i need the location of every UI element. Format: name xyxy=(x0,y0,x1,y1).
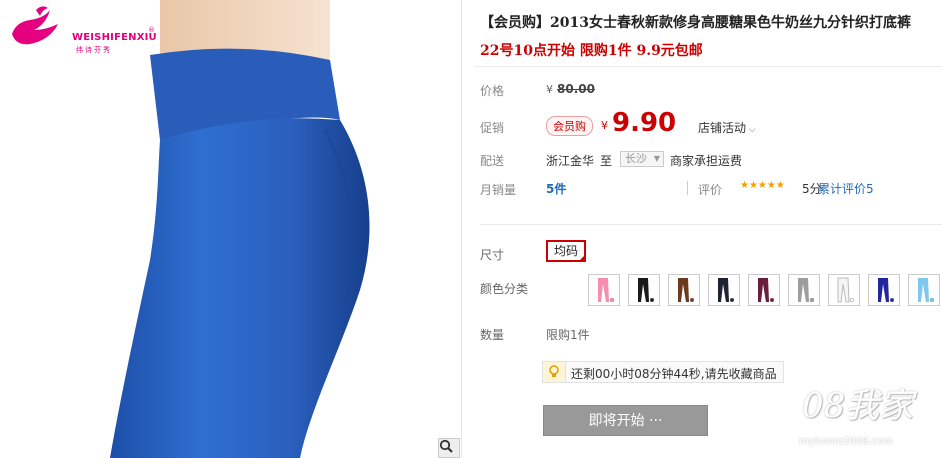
leggings-thumbnail xyxy=(718,278,735,303)
leggings-thumbnail xyxy=(758,278,775,303)
shipping-label: 配送 xyxy=(480,154,505,168)
brand-logo: WEISHIFENXIU ® 纬诗芬秀 xyxy=(6,4,157,54)
destination-select[interactable]: 长沙 ▼ xyxy=(620,151,664,167)
shipping-note: 商家承担运费 xyxy=(670,154,743,168)
shipping-from: 浙江金华 xyxy=(546,154,595,168)
leggings-thumbnail xyxy=(878,278,895,303)
zoom-button[interactable] xyxy=(438,438,460,458)
promo-label: 促销 xyxy=(480,121,505,135)
store-activity-link[interactable]: 店铺活动 ⌵ xyxy=(698,119,756,136)
watermark: 08我家 myhome2008.com xyxy=(737,378,937,458)
rating-stars: ★★★★★ xyxy=(740,180,785,191)
color-swatch[interactable] xyxy=(668,274,700,306)
size-label: 尺寸 xyxy=(480,248,505,262)
member-badge: 会员购 xyxy=(546,116,593,136)
chevron-down-icon: ⌵ xyxy=(746,125,756,135)
lightbulb-icon xyxy=(543,362,566,382)
rating-label: 评价 xyxy=(698,183,723,197)
brand-name: WEISHIFENXIU xyxy=(72,32,157,43)
product-title: 【会员购】2013女士春秋新款修身高腰糖果色牛奶丝九分针织打底裤 xyxy=(480,15,911,31)
divider xyxy=(687,181,688,195)
color-label: 颜色分类 xyxy=(480,282,529,296)
review-label: 累计评价 xyxy=(818,182,867,196)
quantity-limit: 限购1件 xyxy=(546,328,590,342)
product-image-panel: WEISHIFENXIU ® 纬诗芬秀 xyxy=(0,0,462,458)
section-divider xyxy=(480,224,942,225)
watermark-text: 08我家 xyxy=(802,386,914,426)
leggings-photo xyxy=(110,0,370,458)
product-subtitle: 22号10点开始 限购1件 9.9元包邮 xyxy=(480,43,703,59)
price-label: 价格 xyxy=(480,84,505,98)
product-info-panel: 【会员购】2013女士春秋新款修身高腰糖果色牛奶丝九分针织打底裤 22号10点开… xyxy=(462,0,942,458)
color-swatch[interactable] xyxy=(628,274,660,306)
caret-down-icon: ▼ xyxy=(653,154,660,163)
leggings-thumbnail xyxy=(598,278,615,303)
color-swatch[interactable] xyxy=(748,274,780,306)
size-option-onesize[interactable]: 均码 xyxy=(546,240,586,262)
review-count: 5 xyxy=(866,182,874,196)
quantity-label: 数量 xyxy=(480,328,505,342)
leggings-thumbnail xyxy=(638,278,655,303)
color-swatch[interactable] xyxy=(788,274,820,306)
brand-tagline: 纬诗芬秀 xyxy=(76,46,112,54)
original-price: 80.00 xyxy=(557,82,595,96)
selected-check-icon xyxy=(578,254,586,262)
size-option-label: 均码 xyxy=(553,244,578,258)
coming-soon-button[interactable]: 即将开始 ··· xyxy=(543,405,708,436)
magnifier-icon xyxy=(439,439,453,453)
store-activity-label: 店铺活动 xyxy=(698,121,747,135)
color-swatch[interactable] xyxy=(588,274,620,306)
registered-mark: ® xyxy=(148,26,155,34)
leggings-thumbnail xyxy=(798,278,815,303)
color-swatch[interactable] xyxy=(828,274,860,306)
swan-logo-icon xyxy=(12,6,58,45)
sales-count: 5件 xyxy=(546,182,567,196)
watermark-url: myhome2008.com xyxy=(799,436,893,447)
house-icon xyxy=(743,385,793,439)
promo-currency: ¥ xyxy=(601,119,608,132)
leggings-thumbnail xyxy=(918,278,935,303)
color-swatch[interactable] xyxy=(908,274,940,306)
leggings-thumbnail xyxy=(678,278,695,303)
price-currency: ¥ xyxy=(546,83,553,96)
color-swatch[interactable] xyxy=(708,274,740,306)
shipping-to-word: 至 xyxy=(600,154,613,168)
promo-price: 9.90 xyxy=(612,108,677,138)
sales-label: 月销量 xyxy=(480,183,517,197)
review-link[interactable]: 累计评价5 xyxy=(818,180,874,197)
leggings-thumbnail xyxy=(837,277,855,303)
destination-value: 长沙 xyxy=(625,152,647,165)
color-swatch[interactable] xyxy=(868,274,900,306)
